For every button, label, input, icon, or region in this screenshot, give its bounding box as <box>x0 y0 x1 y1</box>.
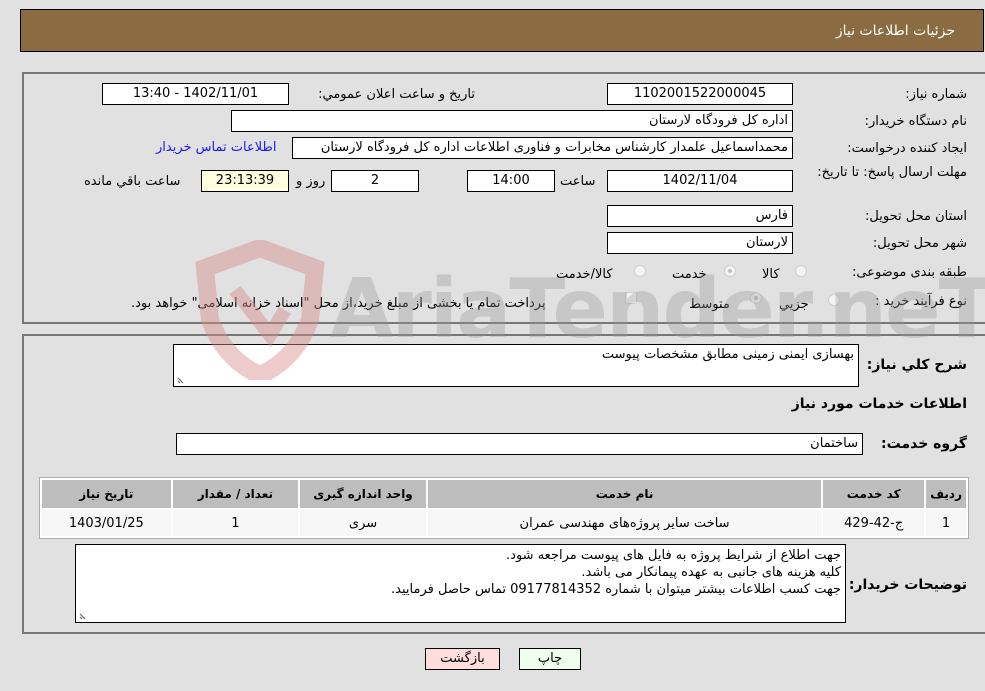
back-button[interactable]: بازگشت <box>425 648 500 670</box>
province-field[interactable]: فارس <box>607 205 793 227</box>
services-table: رديف کد خدمت نام خدمت واحد اندازه گیری ت… <box>39 477 969 539</box>
process-radio-minor[interactable] <box>828 294 840 306</box>
buyer-contact-link[interactable]: اطلاعات تماس خریدار <box>156 140 276 155</box>
buyer-org-label: نام دستگاه خريدار: <box>864 114 967 129</box>
buyer-notes-label: توضیحات خریدار: <box>848 577 967 593</box>
need-number-label: شماره نیاز: <box>905 87 967 102</box>
services-heading: اطلاعات خدمات مورد نیاز <box>791 396 967 412</box>
table-header-row: رديف کد خدمت نام خدمت واحد اندازه گیری ت… <box>42 480 966 508</box>
province-label: استان محل تحویل: <box>865 209 967 224</box>
summary-label: شرح کلي نياز: <box>866 357 967 373</box>
table-row: 1 ج-42-429 ساخت سایر پروژه‌های مهندسی عم… <box>42 510 966 536</box>
buyer-note-line: کلیه هزینه های جانبی به عهده پیمانکار می… <box>581 565 841 580</box>
category-option-khedmat: خدمت <box>672 267 707 282</box>
category-label: طبقه بندی موضوعی: <box>851 265 967 280</box>
announce-label: تاریخ و ساعت اعلان عمومي: <box>318 87 475 102</box>
treasury-checkbox[interactable] <box>625 292 637 304</box>
city-field[interactable]: لارستان <box>607 232 793 254</box>
process-option-medium: متوسط <box>689 297 730 312</box>
service-group-label: گروه خدمت: <box>881 436 967 452</box>
process-label: نوع فرآیند خرید : <box>875 294 967 309</box>
resize-grip-icon[interactable] <box>176 374 186 384</box>
process-radio-medium[interactable] <box>750 292 762 304</box>
cell-unit: سری <box>300 510 426 536</box>
deadline-label: مهلت ارسال پاسخ: تا تاریخ: <box>817 165 967 180</box>
cell-row-number: 1 <box>926 510 966 536</box>
col-service-name: نام خدمت <box>427 480 822 508</box>
days-label: روز و <box>296 174 326 189</box>
category-radio-khedmat[interactable] <box>724 265 736 277</box>
category-option-kala: کالا <box>762 267 780 282</box>
cell-service-code: ج-42-429 <box>823 510 925 536</box>
cell-service-name: ساخت سایر پروژه‌های مهندسی عمران <box>427 510 822 536</box>
creator-field[interactable]: محمداسماعیل علمدار کارشناس مخابرات و فنا… <box>292 137 793 159</box>
deadline-date-field[interactable]: 1402/11/04 <box>607 170 793 192</box>
col-need-date: تاریخ نیاز <box>42 480 171 508</box>
remaining-time-field: 23:13:39 <box>201 170 289 192</box>
days-field[interactable]: 2 <box>331 170 419 192</box>
col-service-code: کد خدمت <box>823 480 925 508</box>
service-group-field[interactable]: ساختمان <box>176 433 863 455</box>
resize-grip-icon[interactable] <box>78 610 88 620</box>
cell-need-date: 1403/01/25 <box>42 510 171 536</box>
page-header: جزئیات اطلاعات نیاز <box>20 9 984 52</box>
summary-text: بهسازی ایمنی زمینی مطابق مشخصات پیوست <box>601 347 854 362</box>
col-row-number: رديف <box>926 480 966 508</box>
deadline-time-field[interactable]: 14:00 <box>467 170 555 192</box>
buyer-notes-textarea[interactable]: جهت اطلاع از شرایط پروژه به فایل های پیو… <box>75 544 846 623</box>
announce-field[interactable]: 1402/11/01 - 13:40 <box>102 83 289 105</box>
process-option-minor: جزيي <box>779 297 809 312</box>
summary-textarea[interactable]: بهسازی ایمنی زمینی مطابق مشخصات پیوست <box>173 344 859 387</box>
category-radio-kala[interactable] <box>795 265 807 277</box>
creator-label: ایجاد کننده درخواست: <box>847 141 967 156</box>
col-quantity: تعداد / مقدار <box>172 480 299 508</box>
category-option-both: کالا/خدمت <box>556 267 613 282</box>
treasury-label: پرداخت تمام یا بخشی از مبلغ خرید،از محل … <box>131 296 546 311</box>
city-label: شهر محل تحویل: <box>872 236 967 251</box>
category-radio-both[interactable] <box>634 265 646 277</box>
services-table-wrap: رديف کد خدمت نام خدمت واحد اندازه گیری ت… <box>39 477 969 539</box>
page-title: جزئیات اطلاعات نیاز <box>835 23 955 39</box>
cell-quantity: 1 <box>172 510 299 536</box>
need-number-field[interactable]: 1102001522000045 <box>607 83 793 105</box>
deadline-time-label: ساعت <box>560 174 596 189</box>
col-unit: واحد اندازه گیری <box>300 480 426 508</box>
remaining-label: ساعت باقي مانده <box>84 174 181 189</box>
print-button[interactable]: چاپ <box>519 648 581 670</box>
buyer-note-line: جهت کسب اطلاعات بیشتر میتوان با شماره 09… <box>391 582 841 597</box>
buyer-org-field[interactable]: اداره کل فرودگاه لارستان <box>231 110 793 132</box>
buyer-note-line: جهت اطلاع از شرایط پروژه به فایل های پیو… <box>506 548 841 563</box>
